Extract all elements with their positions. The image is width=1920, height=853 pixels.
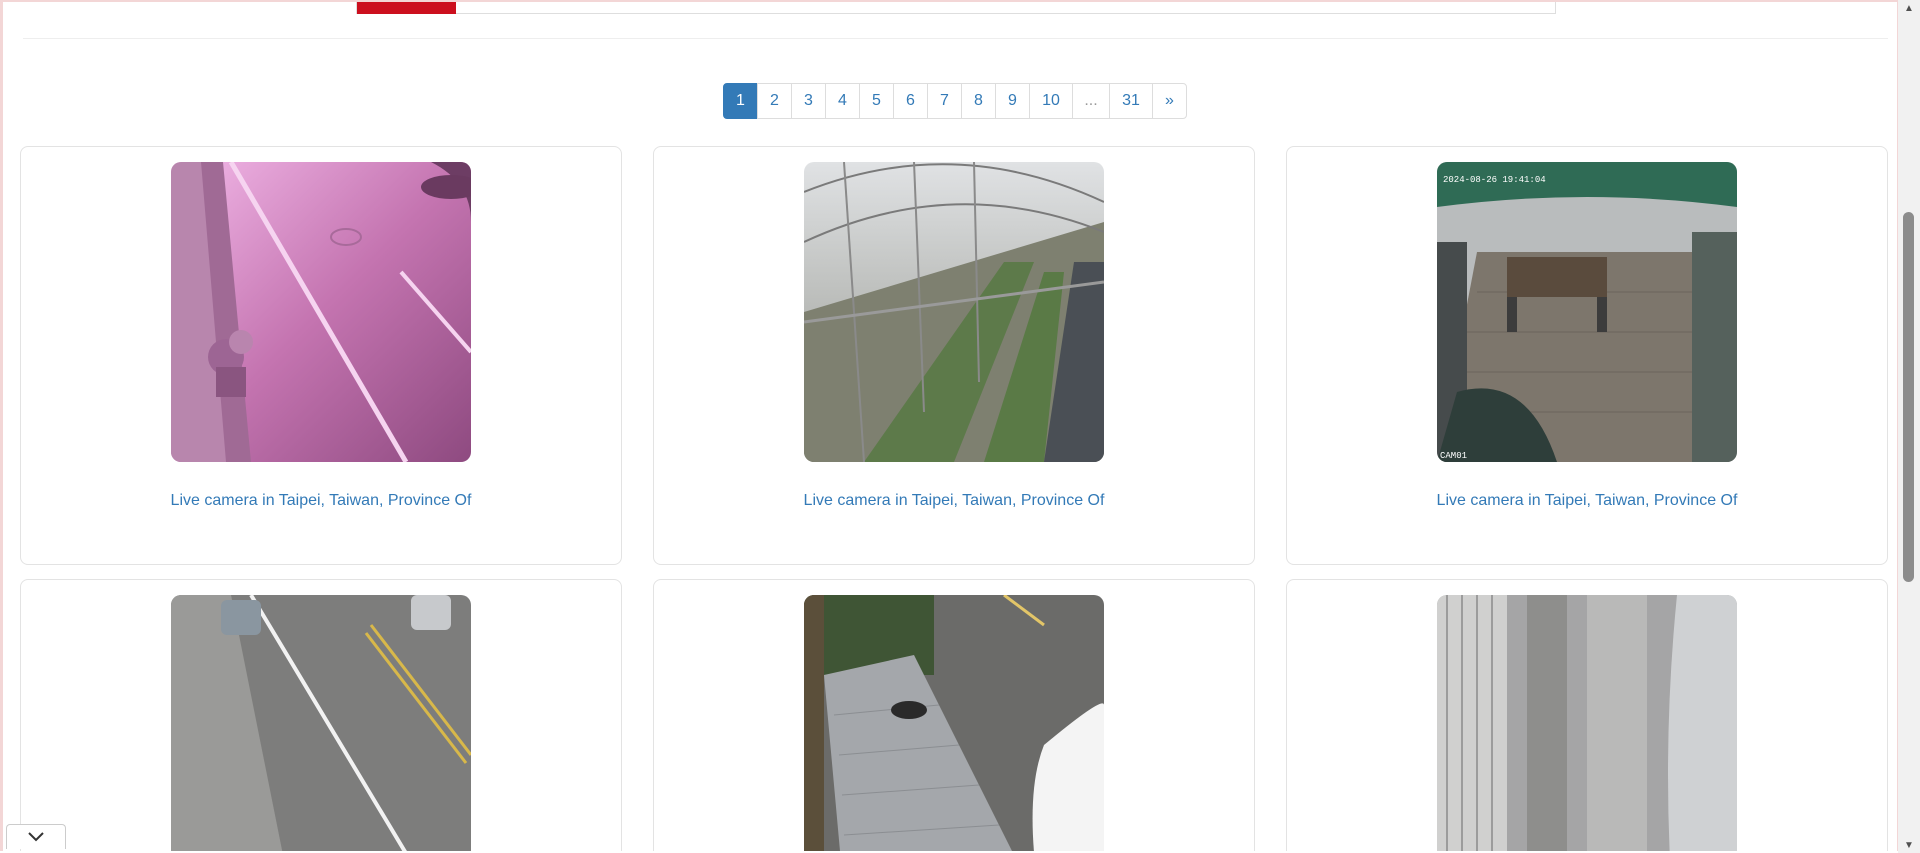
page-2-button[interactable]: 2 [757, 83, 792, 119]
camera-thumbnail[interactable] [171, 595, 471, 851]
camera-caption-link[interactable]: Live camera in Taipei, Taiwan, Province … [654, 492, 1254, 510]
page-3-button[interactable]: 3 [791, 83, 826, 119]
page-1-button[interactable]: 1 [723, 83, 758, 119]
page-7-button[interactable]: 7 [927, 83, 962, 119]
collapse-toggle[interactable] [6, 824, 66, 849]
camera-card: Live camera in Taipei, Taiwan, Province … [20, 146, 622, 565]
pink-street-camera-image [171, 162, 471, 462]
camera-caption-link[interactable]: Live camera in Taipei, Taiwan, Province … [1287, 492, 1887, 510]
alley-camera-image [1437, 595, 1737, 851]
sidewalk-car-camera-image [804, 595, 1104, 851]
pagination: 1 2 3 4 5 6 7 8 9 10 ... 31 » [723, 83, 1187, 121]
camera-caption-link[interactable]: Live camera in Taipei, Taiwan, Province … [21, 492, 621, 510]
page-6-button[interactable]: 6 [893, 83, 928, 119]
greenhouse-camera-image [804, 162, 1104, 462]
scrollbar-thumb[interactable] [1903, 212, 1914, 582]
camera-card: 2024-08-26 19:41:04 CAM01 Live camera in… [1286, 146, 1888, 565]
camera-card [653, 579, 1255, 851]
page-frame: 1 2 3 4 5 6 7 8 9 10 ... 31 » Live camer… [0, 0, 1898, 851]
svg-text:2024-08-26 19:41:04: 2024-08-26 19:41:04 [1443, 175, 1546, 185]
camera-thumbnail[interactable]: 2024-08-26 19:41:04 CAM01 [1437, 162, 1737, 462]
camera-thumbnail[interactable] [804, 162, 1104, 462]
triangle-up-icon[interactable]: ▲ [1898, 0, 1920, 16]
camera-thumbnail[interactable] [804, 595, 1104, 851]
camera-thumbnail[interactable] [171, 162, 471, 462]
page-31-button[interactable]: 31 [1109, 83, 1153, 119]
page-5-button[interactable]: 5 [859, 83, 894, 119]
rooftop-deck-camera-image: 2024-08-26 19:41:04 CAM01 [1437, 162, 1737, 462]
camera-card [1286, 579, 1888, 851]
active-tab-indicator[interactable] [357, 2, 456, 14]
camera-card [20, 579, 622, 851]
page-9-button[interactable]: 9 [995, 83, 1030, 119]
page-ellipsis: ... [1072, 83, 1110, 119]
page-10-button[interactable]: 10 [1029, 83, 1073, 119]
page-4-button[interactable]: 4 [825, 83, 860, 119]
divider [23, 38, 1888, 39]
camera-thumbnail[interactable] [1437, 595, 1737, 851]
camera-card: Live camera in Taipei, Taiwan, Province … [653, 146, 1255, 565]
svg-text:CAM01: CAM01 [1440, 451, 1467, 461]
vertical-scrollbar[interactable]: ▲ ▼ [1898, 0, 1920, 853]
chevron-down-icon [28, 832, 44, 842]
triangle-down-icon[interactable]: ▼ [1898, 837, 1920, 853]
top-tab-strip [356, 2, 1556, 14]
page-8-button[interactable]: 8 [961, 83, 996, 119]
street-cars-camera-image [171, 595, 471, 851]
next-page-button[interactable]: » [1152, 83, 1187, 119]
